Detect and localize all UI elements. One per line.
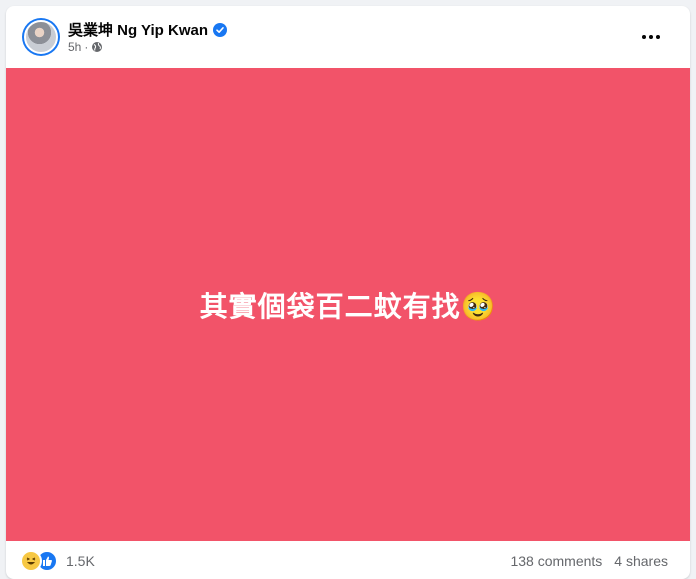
verified-badge-icon xyxy=(213,22,228,37)
more-dot xyxy=(649,35,653,39)
more-dot xyxy=(656,35,660,39)
post-time[interactable]: 5h xyxy=(68,40,81,54)
comments-link[interactable]: 138 comments xyxy=(510,553,602,569)
avatar[interactable] xyxy=(22,18,60,56)
globe-icon[interactable] xyxy=(91,41,103,53)
post-background[interactable]: 其實個袋百二蚊有找🥹 xyxy=(6,68,690,541)
post-meta: 5h · xyxy=(68,40,103,54)
haha-reaction-icon xyxy=(20,550,42,572)
post-footer: 1.5K 138 comments 4 shares xyxy=(6,541,690,579)
post-card: 吳業坤 Ng Yip Kwan 5h · 其實個袋百二蚊有找🥹 1.5K 138… xyxy=(6,6,690,579)
avatar-photo xyxy=(24,20,58,54)
author-row: 吳業坤 Ng Yip Kwan xyxy=(68,19,228,40)
more-horizontal-icon xyxy=(642,35,646,39)
reactions-count: 1.5K xyxy=(66,553,95,569)
engagement-stats: 138 comments 4 shares xyxy=(510,553,668,569)
reactions-summary[interactable]: 1.5K xyxy=(20,550,95,572)
more-options-button[interactable] xyxy=(638,24,664,50)
post-header: 吳業坤 Ng Yip Kwan 5h · xyxy=(6,6,690,68)
shares-link[interactable]: 4 shares xyxy=(614,553,668,569)
author-name[interactable]: 吳業坤 Ng Yip Kwan xyxy=(68,19,208,40)
meta-separator: · xyxy=(84,40,89,54)
post-text: 其實個袋百二蚊有找🥹 xyxy=(199,289,497,323)
